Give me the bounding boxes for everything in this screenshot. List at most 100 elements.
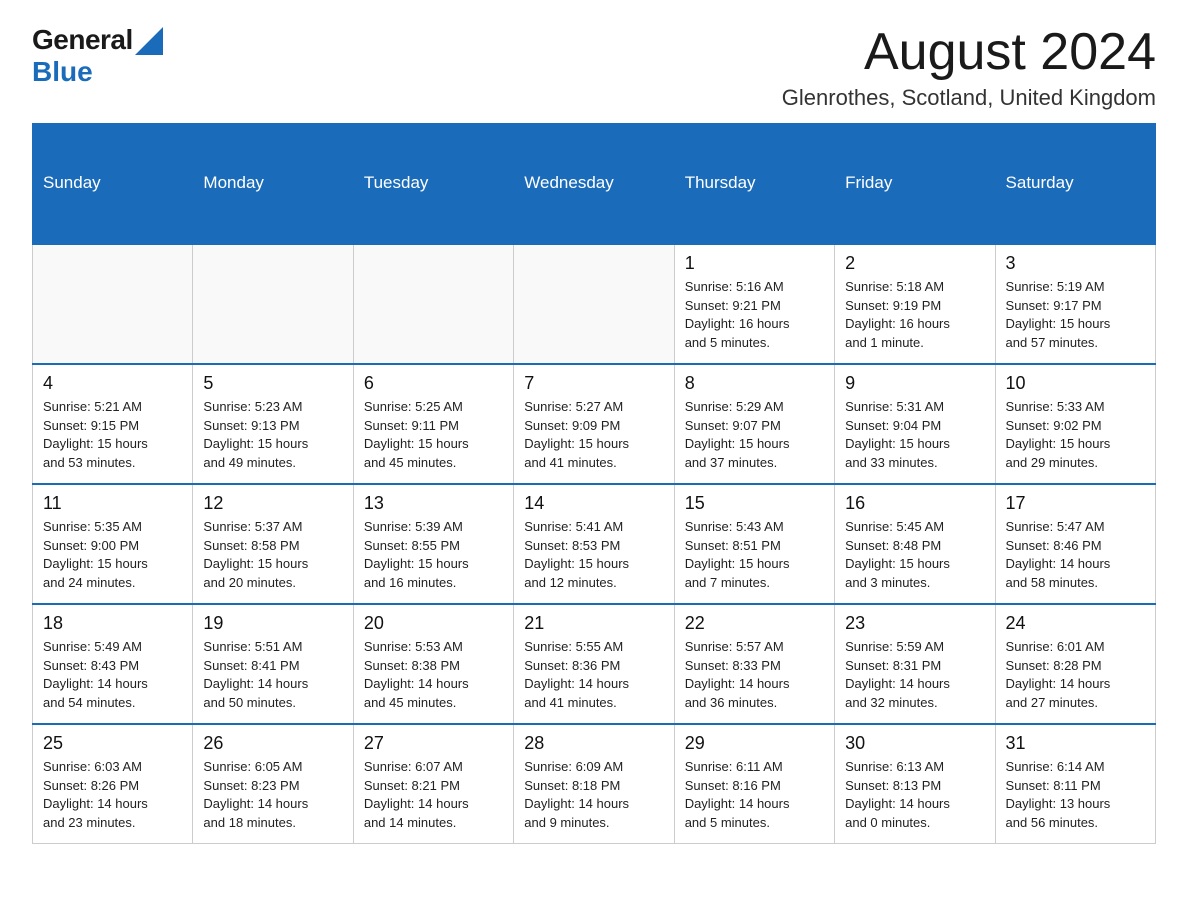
day-number: 22 [685, 613, 824, 634]
day-info: Sunrise: 6:05 AMSunset: 8:23 PMDaylight:… [203, 758, 342, 833]
day-number: 11 [43, 493, 182, 514]
location-title: Glenrothes, Scotland, United Kingdom [782, 85, 1156, 111]
column-header-saturday: Saturday [995, 124, 1155, 244]
day-number: 5 [203, 373, 342, 394]
day-number: 13 [364, 493, 503, 514]
calendar-cell: 24 Sunrise: 6:01 AMSunset: 8:28 PMDayligh… [995, 604, 1155, 724]
calendar-cell: 1Sunrise: 5:16 AMSunset: 9:21 PMDaylight… [674, 244, 834, 364]
calendar-cell: 17 Sunrise: 5:47 AMSunset: 8:46 PMDayligh… [995, 484, 1155, 604]
calendar-cell [514, 244, 674, 364]
day-info: Sunrise: 6:03 AMSunset: 8:26 PMDaylight:… [43, 758, 182, 833]
day-info: Sunrise: 5:53 AMSunset: 8:38 PMDaylight:… [364, 638, 503, 713]
day-info: Sunrise: 5:37 AMSunset: 8:58 PMDaylight:… [203, 518, 342, 593]
calendar-cell: 18 Sunrise: 5:49 AMSunset: 8:43 PMDayligh… [33, 604, 193, 724]
column-header-monday: Monday [193, 124, 353, 244]
day-info: Sunrise: 5:39 AMSunset: 8:55 PMDaylight:… [364, 518, 503, 593]
day-number: 10 [1006, 373, 1145, 394]
day-number: 8 [685, 373, 824, 394]
day-info: Sunrise: 5:43 AMSunset: 8:51 PMDaylight:… [685, 518, 824, 593]
calendar-cell: 9 Sunrise: 5:31 AMSunset: 9:04 PMDaylight… [835, 364, 995, 484]
day-number: 16 [845, 493, 984, 514]
calendar-cell: 20 Sunrise: 5:53 AMSunset: 8:38 PMDayligh… [353, 604, 513, 724]
day-info: Sunrise: 6:13 AMSunset: 8:13 PMDaylight:… [845, 758, 984, 833]
column-header-tuesday: Tuesday [353, 124, 513, 244]
calendar-cell: 8 Sunrise: 5:29 AMSunset: 9:07 PMDaylight… [674, 364, 834, 484]
calendar-cell: 28 Sunrise: 6:09 AMSunset: 8:18 PMDayligh… [514, 724, 674, 844]
day-info: Sunrise: 5:41 AMSunset: 8:53 PMDaylight:… [524, 518, 663, 593]
day-number: 20 [364, 613, 503, 634]
calendar-cell [33, 244, 193, 364]
day-number: 21 [524, 613, 663, 634]
day-number: 4 [43, 373, 182, 394]
calendar-cell: 13 Sunrise: 5:39 AMSunset: 8:55 PMDayligh… [353, 484, 513, 604]
calendar-cell: 29Sunrise: 6:11 AMSunset: 8:16 PMDayligh… [674, 724, 834, 844]
calendar-header-row: SundayMondayTuesdayWednesdayThursdayFrid… [33, 124, 1156, 244]
day-info: Sunrise: 5:19 AMSunset: 9:17 PMDaylight:… [1006, 278, 1145, 353]
calendar-cell: 19 Sunrise: 5:51 AMSunset: 8:41 PMDayligh… [193, 604, 353, 724]
calendar-cell: 11 Sunrise: 5:35 AMSunset: 9:00 PMDayligh… [33, 484, 193, 604]
day-number: 2 [845, 253, 984, 274]
month-title: August 2024 [782, 24, 1156, 81]
day-number: 28 [524, 733, 663, 754]
calendar-cell: 31 Sunrise: 6:14 AMSunset: 8:11 PMDayligh… [995, 724, 1155, 844]
calendar-cell: 2 Sunrise: 5:18 AMSunset: 9:19 PMDaylight… [835, 244, 995, 364]
calendar-cell: 4 Sunrise: 5:21 AMSunset: 9:15 PMDaylight… [33, 364, 193, 484]
day-info: Sunrise: 6:01 AMSunset: 8:28 PMDaylight:… [1006, 638, 1145, 713]
day-info: Sunrise: 5:25 AMSunset: 9:11 PMDaylight:… [364, 398, 503, 473]
column-header-thursday: Thursday [674, 124, 834, 244]
calendar-week-row: 4 Sunrise: 5:21 AMSunset: 9:15 PMDaylight… [33, 364, 1156, 484]
day-number: 1 [685, 253, 824, 274]
calendar-cell: 15Sunrise: 5:43 AMSunset: 8:51 PMDayligh… [674, 484, 834, 604]
column-header-wednesday: Wednesday [514, 124, 674, 244]
day-info: Sunrise: 5:45 AMSunset: 8:48 PMDaylight:… [845, 518, 984, 593]
calendar-cell: 26 Sunrise: 6:05 AMSunset: 8:23 PMDayligh… [193, 724, 353, 844]
calendar-cell: 7Sunrise: 5:27 AMSunset: 9:09 PMDaylight… [514, 364, 674, 484]
calendar-cell: 3 Sunrise: 5:19 AMSunset: 9:17 PMDaylight… [995, 244, 1155, 364]
calendar-cell: 23 Sunrise: 5:59 AMSunset: 8:31 PMDayligh… [835, 604, 995, 724]
day-number: 24 [1006, 613, 1145, 634]
day-info: Sunrise: 5:18 AMSunset: 9:19 PMDaylight:… [845, 278, 984, 353]
calendar-cell: 27Sunrise: 6:07 AMSunset: 8:21 PMDayligh… [353, 724, 513, 844]
day-number: 3 [1006, 253, 1145, 274]
day-number: 31 [1006, 733, 1145, 754]
day-info: Sunrise: 5:55 AMSunset: 8:36 PMDaylight:… [524, 638, 663, 713]
day-info: Sunrise: 6:09 AMSunset: 8:18 PMDaylight:… [524, 758, 663, 833]
day-info: Sunrise: 5:51 AMSunset: 8:41 PMDaylight:… [203, 638, 342, 713]
day-number: 23 [845, 613, 984, 634]
calendar-week-row: 25 Sunrise: 6:03 AMSunset: 8:26 PMDayligh… [33, 724, 1156, 844]
calendar-table: SundayMondayTuesdayWednesdayThursdayFrid… [32, 123, 1156, 844]
calendar-cell: 22 Sunrise: 5:57 AMSunset: 8:33 PMDayligh… [674, 604, 834, 724]
day-info: Sunrise: 5:57 AMSunset: 8:33 PMDaylight:… [685, 638, 824, 713]
day-info: Sunrise: 5:29 AMSunset: 9:07 PMDaylight:… [685, 398, 824, 473]
calendar-cell: 6Sunrise: 5:25 AMSunset: 9:11 PMDaylight… [353, 364, 513, 484]
calendar-cell: 12 Sunrise: 5:37 AMSunset: 8:58 PMDayligh… [193, 484, 353, 604]
day-info: Sunrise: 5:21 AMSunset: 9:15 PMDaylight:… [43, 398, 182, 473]
day-info: Sunrise: 6:11 AMSunset: 8:16 PMDaylight:… [685, 758, 824, 833]
calendar-week-row: 18 Sunrise: 5:49 AMSunset: 8:43 PMDayligh… [33, 604, 1156, 724]
day-number: 9 [845, 373, 984, 394]
logo-general-text: General [32, 24, 133, 56]
day-number: 26 [203, 733, 342, 754]
calendar-cell: 21 Sunrise: 5:55 AMSunset: 8:36 PMDayligh… [514, 604, 674, 724]
calendar-cell: 30Sunrise: 6:13 AMSunset: 8:13 PMDayligh… [835, 724, 995, 844]
column-header-sunday: Sunday [33, 124, 193, 244]
day-number: 27 [364, 733, 503, 754]
day-number: 25 [43, 733, 182, 754]
day-info: Sunrise: 5:47 AMSunset: 8:46 PMDaylight:… [1006, 518, 1145, 593]
day-number: 12 [203, 493, 342, 514]
day-info: Sunrise: 6:14 AMSunset: 8:11 PMDaylight:… [1006, 758, 1145, 833]
page-header: General Blue August 2024 Glenrothes, Sco… [32, 24, 1156, 111]
calendar-cell: 5Sunrise: 5:23 AMSunset: 9:13 PMDaylight… [193, 364, 353, 484]
day-info: Sunrise: 5:35 AMSunset: 9:00 PMDaylight:… [43, 518, 182, 593]
day-number: 19 [203, 613, 342, 634]
calendar-cell: 25 Sunrise: 6:03 AMSunset: 8:26 PMDayligh… [33, 724, 193, 844]
day-info: Sunrise: 5:49 AMSunset: 8:43 PMDaylight:… [43, 638, 182, 713]
day-info: Sunrise: 5:27 AMSunset: 9:09 PMDaylight:… [524, 398, 663, 473]
column-header-friday: Friday [835, 124, 995, 244]
day-number: 18 [43, 613, 182, 634]
day-number: 17 [1006, 493, 1145, 514]
day-info: Sunrise: 5:59 AMSunset: 8:31 PMDaylight:… [845, 638, 984, 713]
day-info: Sunrise: 5:31 AMSunset: 9:04 PMDaylight:… [845, 398, 984, 473]
logo-triangle-icon [135, 27, 163, 55]
logo: General Blue [32, 24, 163, 88]
